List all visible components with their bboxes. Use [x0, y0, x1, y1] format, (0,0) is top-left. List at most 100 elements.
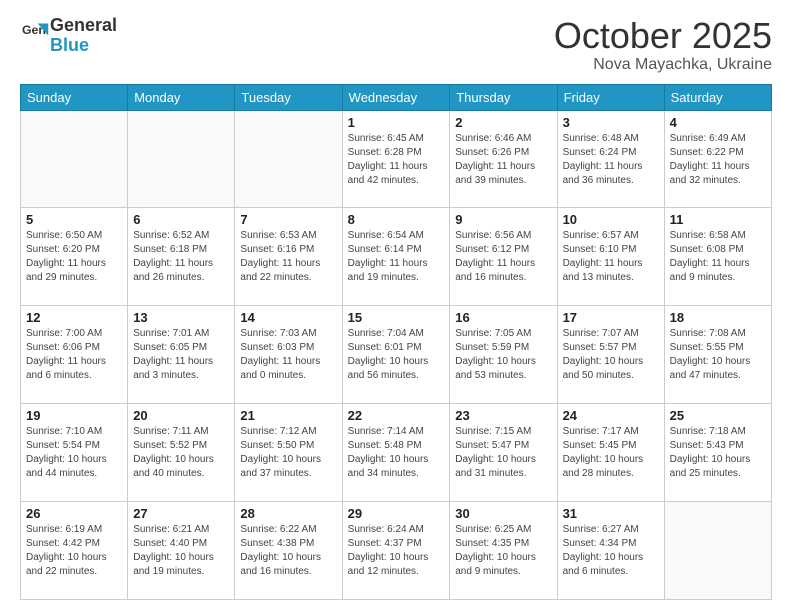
day-info: Sunrise: 7:15 AM Sunset: 5:47 PM Dayligh… — [455, 425, 551, 481]
calendar-cell: 13 Sunrise: 7:01 AM Sunset: 6:05 PM Dayli… — [128, 306, 235, 404]
month-title: October 2025 — [554, 16, 772, 56]
day-info: Sunrise: 7:17 AM Sunset: 5:45 PM Dayligh… — [563, 425, 659, 481]
calendar-cell: 25 Sunrise: 7:18 AM Sunset: 5:43 PM Dayli… — [664, 404, 771, 502]
calendar-week-row: 1 Sunrise: 6:45 AM Sunset: 6:28 PM Daylig… — [21, 110, 772, 208]
calendar-cell: 6 Sunrise: 6:52 AM Sunset: 6:18 PM Daylig… — [128, 208, 235, 306]
day-info: Sunrise: 6:53 AM Sunset: 6:16 PM Dayligh… — [240, 229, 336, 285]
day-number: 22 — [348, 408, 445, 423]
calendar-cell: 15 Sunrise: 7:04 AM Sunset: 6:01 PM Dayli… — [342, 306, 450, 404]
calendar-cell: 19 Sunrise: 7:10 AM Sunset: 5:54 PM Dayli… — [21, 404, 128, 502]
day-number: 2 — [455, 115, 551, 130]
day-info: Sunrise: 7:03 AM Sunset: 6:03 PM Dayligh… — [240, 327, 336, 383]
day-info: Sunrise: 6:46 AM Sunset: 6:26 PM Dayligh… — [455, 132, 551, 188]
day-number: 6 — [133, 212, 229, 227]
day-info: Sunrise: 6:19 AM Sunset: 4:42 PM Dayligh… — [26, 523, 122, 579]
day-info: Sunrise: 6:22 AM Sunset: 4:38 PM Dayligh… — [240, 523, 336, 579]
day-info: Sunrise: 7:05 AM Sunset: 5:59 PM Dayligh… — [455, 327, 551, 383]
calendar-cell — [235, 110, 342, 208]
day-number: 7 — [240, 212, 336, 227]
calendar-table: SundayMondayTuesdayWednesdayThursdayFrid… — [20, 84, 772, 600]
day-number: 15 — [348, 310, 445, 325]
day-number: 8 — [348, 212, 445, 227]
day-number: 3 — [563, 115, 659, 130]
day-info: Sunrise: 7:01 AM Sunset: 6:05 PM Dayligh… — [133, 327, 229, 383]
day-number: 29 — [348, 506, 445, 521]
calendar-cell: 30 Sunrise: 6:25 AM Sunset: 4:35 PM Dayli… — [450, 502, 557, 600]
logo-icon: Gen — [22, 20, 50, 48]
calendar-cell: 29 Sunrise: 6:24 AM Sunset: 4:37 PM Dayli… — [342, 502, 450, 600]
calendar-cell: 28 Sunrise: 6:22 AM Sunset: 4:38 PM Dayli… — [235, 502, 342, 600]
day-number: 21 — [240, 408, 336, 423]
calendar-cell: 26 Sunrise: 6:19 AM Sunset: 4:42 PM Dayli… — [21, 502, 128, 600]
day-info: Sunrise: 7:04 AM Sunset: 6:01 PM Dayligh… — [348, 327, 445, 383]
day-info: Sunrise: 6:58 AM Sunset: 6:08 PM Dayligh… — [670, 229, 766, 285]
page: Gen General Blue October 2025 Nova Mayac… — [0, 0, 792, 612]
day-info: Sunrise: 7:10 AM Sunset: 5:54 PM Dayligh… — [26, 425, 122, 481]
calendar-cell: 23 Sunrise: 7:15 AM Sunset: 5:47 PM Dayli… — [450, 404, 557, 502]
day-number: 19 — [26, 408, 122, 423]
day-info: Sunrise: 6:27 AM Sunset: 4:34 PM Dayligh… — [563, 523, 659, 579]
calendar-cell: 27Sunrise: 6:21 AM Sunset: 4:40 PM Dayli… — [128, 502, 235, 600]
calendar-cell: 3 Sunrise: 6:48 AM Sunset: 6:24 PM Daylig… — [557, 110, 664, 208]
day-number: 12 — [26, 310, 122, 325]
day-info: Sunrise: 7:12 AM Sunset: 5:50 PM Dayligh… — [240, 425, 336, 481]
day-number: 14 — [240, 310, 336, 325]
calendar-cell: 20 Sunrise: 7:11 AM Sunset: 5:52 PM Dayli… — [128, 404, 235, 502]
day-number: 10 — [563, 212, 659, 227]
day-info: Sunrise: 6:24 AM Sunset: 4:37 PM Dayligh… — [348, 523, 445, 579]
logo: Gen General Blue — [20, 16, 117, 56]
calendar-cell — [21, 110, 128, 208]
day-info: Sunrise: 7:00 AM Sunset: 6:06 PM Dayligh… — [26, 327, 122, 383]
day-number: 26 — [26, 506, 122, 521]
day-info: Sunrise: 7:14 AM Sunset: 5:48 PM Dayligh… — [348, 425, 445, 481]
calendar-cell: 17 Sunrise: 7:07 AM Sunset: 5:57 PM Dayli… — [557, 306, 664, 404]
day-number: 9 — [455, 212, 551, 227]
weekday-header: Friday — [557, 84, 664, 110]
logo-line2: Blue — [50, 36, 117, 56]
day-number: 23 — [455, 408, 551, 423]
day-info: Sunrise: 7:07 AM Sunset: 5:57 PM Dayligh… — [563, 327, 659, 383]
day-number: 5 — [26, 212, 122, 227]
weekday-header: Sunday — [21, 84, 128, 110]
calendar-cell: 18 Sunrise: 7:08 AM Sunset: 5:55 PM Dayli… — [664, 306, 771, 404]
day-info: Sunrise: 6:54 AM Sunset: 6:14 PM Dayligh… — [348, 229, 445, 285]
calendar-cell: 8 Sunrise: 6:54 AM Sunset: 6:14 PM Daylig… — [342, 208, 450, 306]
day-info: Sunrise: 7:08 AM Sunset: 5:55 PM Dayligh… — [670, 327, 766, 383]
location: Nova Mayachka, Ukraine — [554, 56, 772, 74]
day-info: Sunrise: 6:21 AM Sunset: 4:40 PM Dayligh… — [133, 523, 229, 579]
day-info: Sunrise: 6:49 AM Sunset: 6:22 PM Dayligh… — [670, 132, 766, 188]
calendar-cell: 7 Sunrise: 6:53 AM Sunset: 6:16 PM Daylig… — [235, 208, 342, 306]
day-number: 25 — [670, 408, 766, 423]
day-info: Sunrise: 6:52 AM Sunset: 6:18 PM Dayligh… — [133, 229, 229, 285]
day-number: 16 — [455, 310, 551, 325]
weekday-header: Tuesday — [235, 84, 342, 110]
calendar-cell: 24 Sunrise: 7:17 AM Sunset: 5:45 PM Dayli… — [557, 404, 664, 502]
day-info: Sunrise: 6:45 AM Sunset: 6:28 PM Dayligh… — [348, 132, 445, 188]
calendar-cell: 31Sunrise: 6:27 AM Sunset: 4:34 PM Dayli… — [557, 502, 664, 600]
weekday-header: Thursday — [450, 84, 557, 110]
day-info: Sunrise: 7:11 AM Sunset: 5:52 PM Dayligh… — [133, 425, 229, 481]
day-number: 18 — [670, 310, 766, 325]
title-block: October 2025 Nova Mayachka, Ukraine — [554, 16, 772, 74]
logo-line1: General — [50, 16, 117, 36]
calendar-cell: 12 Sunrise: 7:00 AM Sunset: 6:06 PM Dayli… — [21, 306, 128, 404]
day-number: 20 — [133, 408, 229, 423]
calendar-cell: 1 Sunrise: 6:45 AM Sunset: 6:28 PM Daylig… — [342, 110, 450, 208]
day-number: 30 — [455, 506, 551, 521]
weekday-header: Wednesday — [342, 84, 450, 110]
calendar-cell: 9Sunrise: 6:56 AM Sunset: 6:12 PM Daylig… — [450, 208, 557, 306]
calendar-cell: 21 Sunrise: 7:12 AM Sunset: 5:50 PM Dayli… — [235, 404, 342, 502]
calendar-week-row: 19 Sunrise: 7:10 AM Sunset: 5:54 PM Dayli… — [21, 404, 772, 502]
day-number: 28 — [240, 506, 336, 521]
day-number: 17 — [563, 310, 659, 325]
day-number: 24 — [563, 408, 659, 423]
day-info: Sunrise: 6:25 AM Sunset: 4:35 PM Dayligh… — [455, 523, 551, 579]
calendar-header-row: SundayMondayTuesdayWednesdayThursdayFrid… — [21, 84, 772, 110]
day-info: Sunrise: 6:48 AM Sunset: 6:24 PM Dayligh… — [563, 132, 659, 188]
calendar-week-row: 5Sunrise: 6:50 AM Sunset: 6:20 PM Daylig… — [21, 208, 772, 306]
day-info: Sunrise: 7:18 AM Sunset: 5:43 PM Dayligh… — [670, 425, 766, 481]
calendar-cell — [128, 110, 235, 208]
day-number: 11 — [670, 212, 766, 227]
day-number: 13 — [133, 310, 229, 325]
day-number: 1 — [348, 115, 445, 130]
